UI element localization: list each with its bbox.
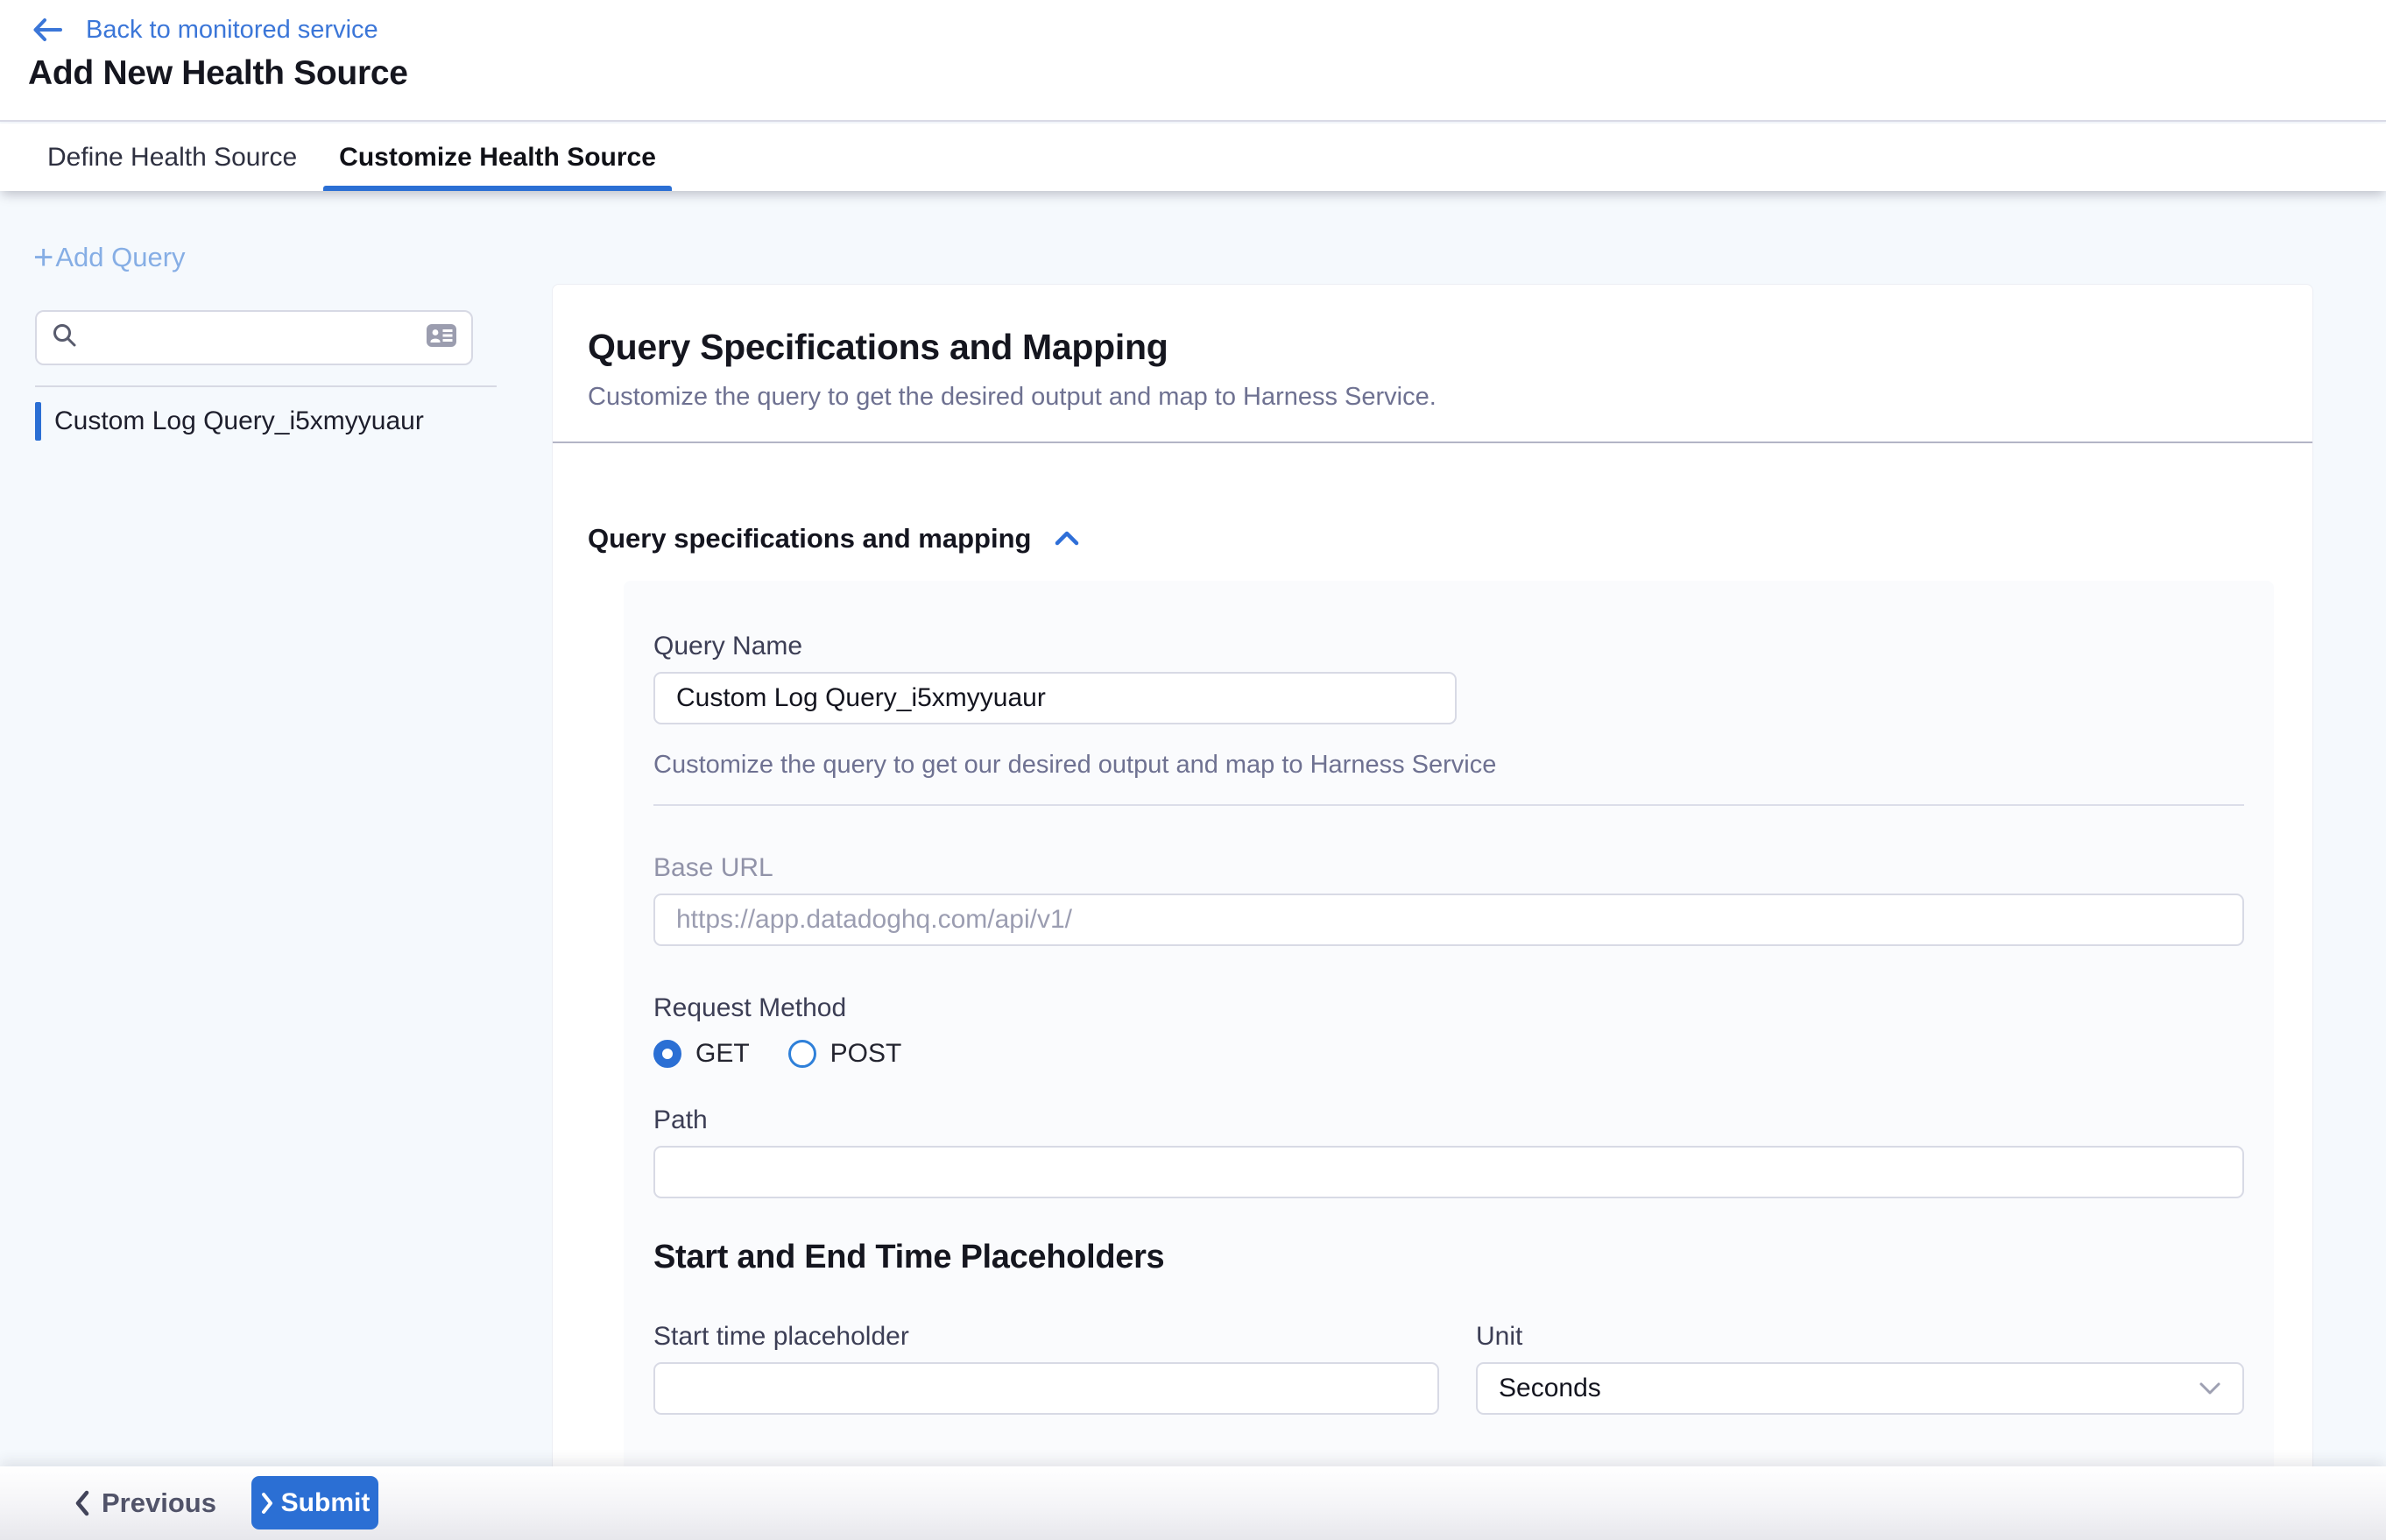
radio-get-circle[interactable] bbox=[653, 1040, 681, 1068]
back-arrow-icon bbox=[32, 16, 63, 44]
page-title: Add New Health Source bbox=[28, 54, 408, 93]
tab-customize-health-source[interactable]: Customize Health Source bbox=[323, 124, 672, 191]
page-header: Back to monitored service Add New Health… bbox=[0, 0, 2386, 122]
path-label: Path bbox=[653, 1106, 2244, 1135]
main-subheading: Customize the query to get the desired o… bbox=[588, 383, 1437, 412]
query-name-helper: Customize the query to get our desired o… bbox=[653, 751, 2244, 780]
add-query-button[interactable]: + Add Query bbox=[33, 242, 186, 273]
time-placeholder-row: Start time placeholder Unit Seconds bbox=[653, 1322, 2244, 1415]
query-mapping-card: Query Specifications and Mapping Customi… bbox=[552, 284, 2313, 1540]
request-method-label: Request Method bbox=[653, 993, 2244, 1023]
submit-button[interactable]: Submit bbox=[251, 1476, 378, 1529]
radio-post-label: POST bbox=[830, 1039, 902, 1069]
query-list: Custom Log Query_i5xmyyuaur bbox=[0, 399, 552, 443]
base-url-label: Base URL bbox=[653, 853, 2244, 883]
query-list-item[interactable]: Custom Log Query_i5xmyyuaur bbox=[0, 399, 552, 443]
query-item-label: Custom Log Query_i5xmyyuaur bbox=[54, 406, 424, 436]
chevron-up-icon bbox=[1054, 529, 1080, 548]
add-query-label: Add Query bbox=[55, 242, 185, 273]
radio-get-label: GET bbox=[695, 1039, 750, 1069]
card-header: Query Specifications and Mapping Customi… bbox=[553, 285, 2312, 443]
query-sidebar: + Add Query Custom Log Query_i5xmyyuau bbox=[0, 191, 552, 1466]
sidebar-divider bbox=[35, 385, 497, 387]
previous-label: Previous bbox=[102, 1487, 216, 1519]
tab-define-health-source[interactable]: Define Health Source bbox=[32, 124, 313, 191]
form-panel: Query Name Customize the query to get ou… bbox=[624, 581, 2274, 1540]
submit-label: Submit bbox=[281, 1488, 371, 1518]
request-method-group: GET POST bbox=[653, 1039, 2244, 1069]
main-heading: Query Specifications and Mapping bbox=[588, 327, 1168, 368]
footer-bar: Previous Submit bbox=[0, 1466, 2386, 1540]
back-link[interactable]: Back to monitored service bbox=[32, 12, 378, 47]
search-icon bbox=[51, 321, 79, 354]
radio-post[interactable]: POST bbox=[788, 1039, 902, 1069]
query-name-label: Query Name bbox=[653, 632, 2244, 661]
section-title: Query specifications and mapping bbox=[588, 523, 1031, 555]
query-search-box[interactable] bbox=[35, 310, 473, 365]
back-link-label: Back to monitored service bbox=[86, 16, 378, 45]
query-search-input[interactable] bbox=[91, 324, 426, 352]
card-list-icon[interactable] bbox=[426, 322, 457, 353]
query-name-input[interactable] bbox=[653, 672, 1457, 724]
chevron-down-icon bbox=[2199, 1381, 2221, 1396]
unit-select[interactable]: Seconds bbox=[1476, 1362, 2244, 1415]
chevron-right-icon bbox=[260, 1492, 274, 1515]
time-placeholders-heading: Start and End Time Placeholders bbox=[653, 1239, 2244, 1276]
base-url-input[interactable] bbox=[653, 894, 2244, 946]
form-divider bbox=[653, 804, 2244, 806]
plus-icon: + bbox=[33, 244, 53, 271]
unit-select-value: Seconds bbox=[1499, 1374, 1601, 1403]
start-time-label: Start time placeholder bbox=[653, 1322, 1439, 1352]
unit-label: Unit bbox=[1476, 1322, 2244, 1352]
previous-button[interactable]: Previous bbox=[74, 1466, 216, 1540]
radio-post-circle[interactable] bbox=[788, 1040, 816, 1068]
section-toggle[interactable]: Query specifications and mapping bbox=[588, 523, 1080, 555]
path-input[interactable] bbox=[653, 1146, 2244, 1198]
radio-get[interactable]: GET bbox=[653, 1039, 750, 1069]
selected-indicator bbox=[35, 402, 41, 441]
chevron-left-icon bbox=[74, 1489, 91, 1517]
tab-bar: Define Health Source Customize Health So… bbox=[0, 124, 2386, 191]
start-time-input[interactable] bbox=[653, 1362, 1439, 1415]
